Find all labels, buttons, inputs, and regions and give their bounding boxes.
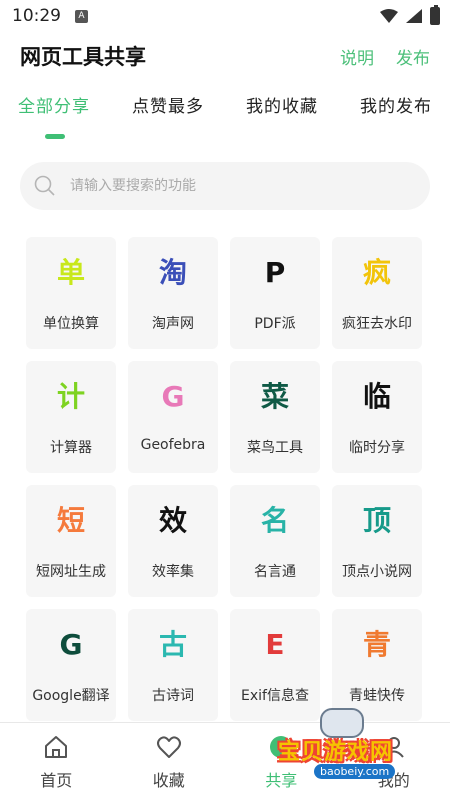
battery-icon [430,5,440,25]
tool-label: 名言通 [254,564,296,580]
tab-bar: 全部分享 点赞最多 我的收藏 我的发布 [0,92,450,132]
wifi-icon [380,9,398,23]
page-title: 网页工具共享 [20,45,146,69]
status-bar: 10:29 A [0,0,450,32]
tool-label: 顶点小说网 [342,564,412,580]
clock: 10:29 [12,6,61,26]
tool-glyph-icon: G [59,628,83,661]
tool-label: PDF派 [254,316,296,332]
tool-label: 疯狂去水印 [342,316,412,332]
tool-label: 青蛙快传 [349,688,405,704]
tool-glyph-icon: 名 [260,504,289,537]
tool-label: 计算器 [50,440,92,456]
search-bar[interactable] [20,162,430,210]
tool-glyph-icon: 青 [362,628,391,661]
tool-card[interactable]: G Geofebra [128,361,218,473]
share-icon: ↗ [270,736,293,758]
tool-label: Exif信息查 [241,688,309,704]
tool-glyph-icon: 古 [158,628,187,661]
tool-card[interactable]: 青青蛙快传 [332,609,422,721]
tool-label: 古诗词 [152,688,194,704]
nav-favorites[interactable]: 收藏 [124,723,214,791]
search-icon [34,175,55,196]
tool-card[interactable]: 古古诗词 [128,609,218,721]
tool-card[interactable]: 疯疯狂去水印 [332,237,422,349]
tool-label: 效率集 [152,564,194,580]
tool-label: 单位换算 [43,316,99,332]
nav-share-label: 共享 [265,771,298,790]
tool-glyph-icon: G [161,380,185,413]
tool-label: Google翻译 [32,688,110,704]
tool-card[interactable]: 淘淘声网 [128,237,218,349]
tool-glyph-icon: 顶 [362,504,391,537]
tab-all-shares[interactable]: 全部分享 [18,92,90,132]
tool-glyph-icon: E [265,628,285,661]
tool-card[interactable]: 临临时分享 [332,361,422,473]
active-tab-indicator [45,134,65,139]
nav-profile-label: 我的 [377,771,410,790]
tool-card[interactable]: 计计算器 [26,361,116,473]
nav-home[interactable]: 首页 [11,723,101,791]
search-input[interactable] [68,177,392,195]
tool-card[interactable]: 效效率集 [128,485,218,597]
tool-label: Geofebra [140,437,206,453]
tool-card[interactable]: 短短网址生成 [26,485,116,597]
tool-card[interactable]: E Exif信息查 [230,609,320,721]
tool-glyph-icon: 菜 [260,380,289,413]
heart-icon [156,736,181,758]
tool-glyph-icon: 疯 [362,256,391,289]
tab-most-liked[interactable]: 点赞最多 [132,92,204,132]
help-button[interactable]: 说明 [340,44,374,69]
tool-glyph-icon: P [264,256,286,289]
tool-card[interactable]: 菜菜鸟工具 [230,361,320,473]
tool-label: 淘声网 [152,316,194,332]
nav-home-label: 首页 [40,771,73,790]
app-bar: 网页工具共享 说明 发布 [0,32,450,80]
tool-label: 菜鸟工具 [247,440,303,456]
tool-glyph-icon: 单 [56,256,85,289]
tool-glyph-icon: 临 [362,380,391,413]
tool-glyph-icon: 短 [56,504,85,537]
tool-glyph-icon: 淘 [158,256,187,289]
nav-share[interactable]: ↗ 共享 [236,723,326,791]
tab-my-favorites[interactable]: 我的收藏 [246,92,318,132]
home-icon [45,736,68,758]
tool-card[interactable]: P PDF派 [230,237,320,349]
tab-my-posts[interactable]: 我的发布 [360,92,432,132]
tool-label: 临时分享 [349,440,405,456]
publish-button[interactable]: 发布 [396,44,430,69]
tool-card[interactable]: 单单位换算 [26,237,116,349]
tool-glyph-icon: 计 [56,380,85,413]
tool-label: 短网址生成 [36,564,106,580]
tool-card[interactable]: 名名言通 [230,485,320,597]
tool-grid: 单单位换算淘淘声网 P PDF派疯疯狂去水印计计算器 G Geofebra 菜菜鸟工具临临… [26,237,426,721]
signal-icon [406,9,422,23]
nav-profile[interactable]: 我的 [349,723,439,791]
bottom-nav: 首页 收藏 ↗ 共享 我的 [0,722,450,801]
notification-icon: A [75,9,88,23]
nav-favorites-label: 收藏 [152,771,185,790]
tool-glyph-icon: 效 [158,504,187,537]
tool-card[interactable]: 顶顶点小说网 [332,485,422,597]
user-icon [383,737,404,758]
tool-card[interactable]: G Google翻译 [26,609,116,721]
